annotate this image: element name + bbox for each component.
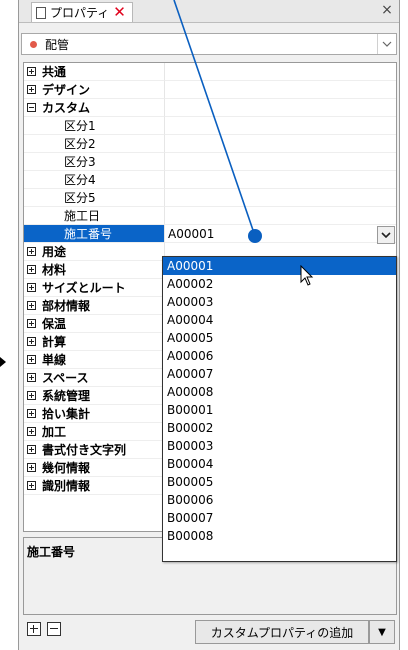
annotation-dot: [248, 229, 262, 243]
arrow-right-icon: [0, 357, 6, 367]
annotation-line: [173, 0, 256, 237]
mouse-cursor-icon: [300, 265, 314, 286]
annotation-overlay: [173, 0, 262, 243]
